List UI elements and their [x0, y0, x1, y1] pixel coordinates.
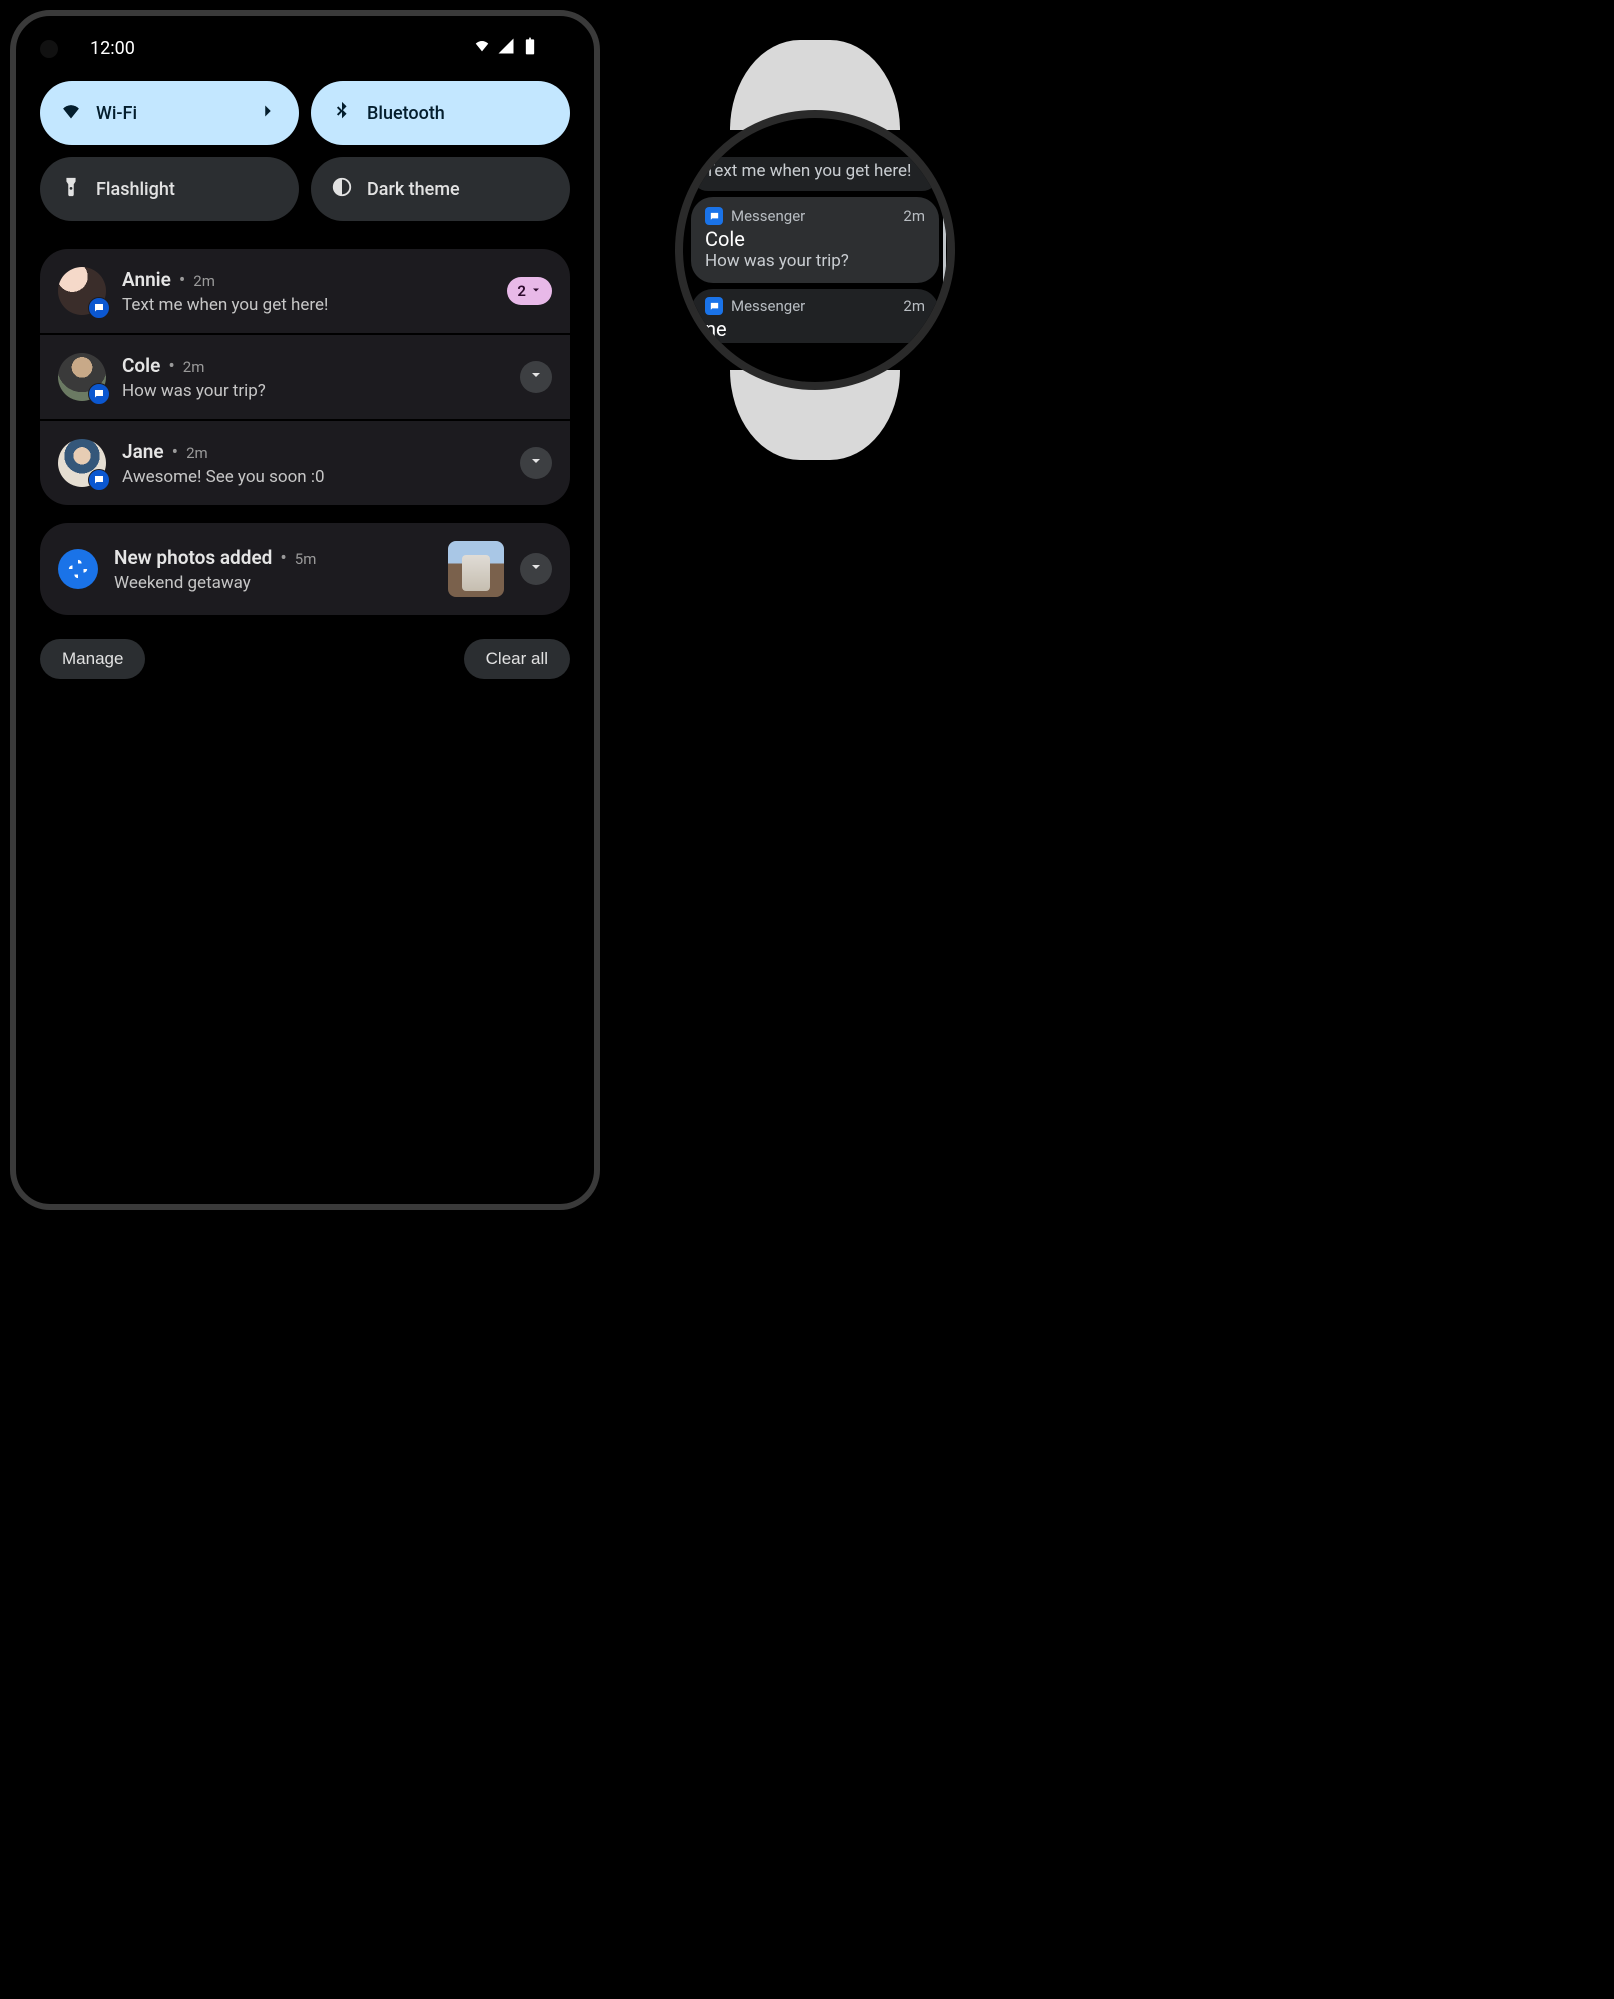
watch-face: Text me when you get here! Messenger 2m …: [675, 110, 955, 390]
notification-item[interactable]: Cole • 2m How was your trip?: [40, 335, 570, 421]
avatar: [58, 267, 106, 315]
chevron-down-icon: [528, 367, 544, 387]
qs-wifi-tile[interactable]: Wi-Fi: [40, 81, 299, 145]
manage-button[interactable]: Manage: [40, 639, 145, 679]
expand-button[interactable]: [520, 361, 552, 393]
messenger-icon: [705, 297, 723, 315]
watch-notification-sender: Cole: [705, 227, 925, 251]
notification-sender: Jane: [122, 440, 164, 463]
watch-notification-text: Text me when you get here!: [705, 161, 925, 181]
watch-notification-text: How was your trip?: [705, 251, 925, 271]
notification-title: New photos added: [114, 546, 272, 569]
status-bar: 12:00: [30, 26, 580, 71]
avatar: [58, 353, 106, 401]
notification-group-messages: Annie • 2m Text me when you get here! 2: [40, 249, 570, 505]
status-time: 12:00: [90, 38, 135, 59]
watch-crown[interactable]: [953, 228, 955, 268]
watch-notification-card[interactable]: Messenger 2m Cole How was your trip?: [691, 197, 939, 283]
notification-time: 5m: [295, 550, 317, 568]
notification-count-pill[interactable]: 2: [507, 277, 552, 305]
signal-status-icon: [496, 36, 516, 61]
chevron-down-icon: [530, 282, 542, 300]
watch-notification-sender: ne: [705, 317, 925, 341]
qs-flashlight-tile[interactable]: Flashlight: [40, 157, 299, 221]
phone-frame: 12:00 Wi-Fi: [10, 10, 600, 1210]
watch-notification-peek[interactable]: Messenger 2m ne: [691, 289, 939, 343]
photos-app-icon: [58, 549, 98, 589]
notification-time: 2m: [183, 358, 205, 376]
messages-app-icon: [88, 297, 110, 319]
watch-notification-time: 2m: [903, 297, 925, 315]
notification-item[interactable]: New photos added • 5m Weekend getaway: [40, 523, 570, 615]
notification-actions: Manage Clear all: [30, 625, 580, 693]
notification-sender: Annie: [122, 268, 171, 291]
quick-settings: Wi-Fi Bluetooth Flashlight Dark theme: [30, 71, 580, 231]
notification-text: Text me when you get here!: [122, 295, 491, 315]
watch-notification-peek[interactable]: Text me when you get here!: [691, 157, 939, 191]
watch-frame: Text me when you get here! Messenger 2m …: [660, 40, 970, 460]
avatar: [58, 439, 106, 487]
notification-subtitle: Weekend getaway: [114, 573, 432, 593]
dark-theme-icon: [331, 176, 353, 203]
watch-notification-time: 2m: [903, 207, 925, 225]
notification-item[interactable]: Jane • 2m Awesome! See you soon :0: [40, 421, 570, 505]
messages-app-icon: [88, 383, 110, 405]
notification-item[interactable]: Annie • 2m Text me when you get here! 2: [40, 249, 570, 335]
qs-wifi-label: Wi-Fi: [96, 103, 137, 124]
notification-text: Awesome! See you soon :0: [122, 467, 504, 487]
chevron-right-icon: [257, 100, 279, 127]
notification-sender: Cole: [122, 354, 160, 377]
watch-app-name: Messenger: [731, 297, 805, 315]
front-camera: [40, 40, 58, 58]
qs-flashlight-label: Flashlight: [96, 179, 175, 200]
notification-time: 2m: [193, 272, 215, 290]
qs-darktheme-tile[interactable]: Dark theme: [311, 157, 570, 221]
notification-text: How was your trip?: [122, 381, 504, 401]
messages-app-icon: [88, 469, 110, 491]
battery-status-icon: [520, 36, 540, 61]
expand-button[interactable]: [520, 447, 552, 479]
wifi-icon: [60, 100, 82, 127]
qs-bluetooth-label: Bluetooth: [367, 103, 445, 124]
qs-bluetooth-tile[interactable]: Bluetooth: [311, 81, 570, 145]
messenger-icon: [705, 207, 723, 225]
clear-all-button[interactable]: Clear all: [464, 639, 570, 679]
notification-thumbnail: [448, 541, 504, 597]
wifi-status-icon: [472, 36, 492, 61]
qs-darktheme-label: Dark theme: [367, 179, 460, 200]
notification-group-photos: New photos added • 5m Weekend getaway: [40, 523, 570, 615]
chevron-down-icon: [528, 559, 544, 579]
expand-button[interactable]: [520, 553, 552, 585]
bluetooth-icon: [331, 100, 353, 127]
watch-app-name: Messenger: [731, 207, 805, 225]
flashlight-icon: [60, 176, 82, 203]
notification-time: 2m: [186, 444, 208, 462]
chevron-down-icon: [528, 453, 544, 473]
